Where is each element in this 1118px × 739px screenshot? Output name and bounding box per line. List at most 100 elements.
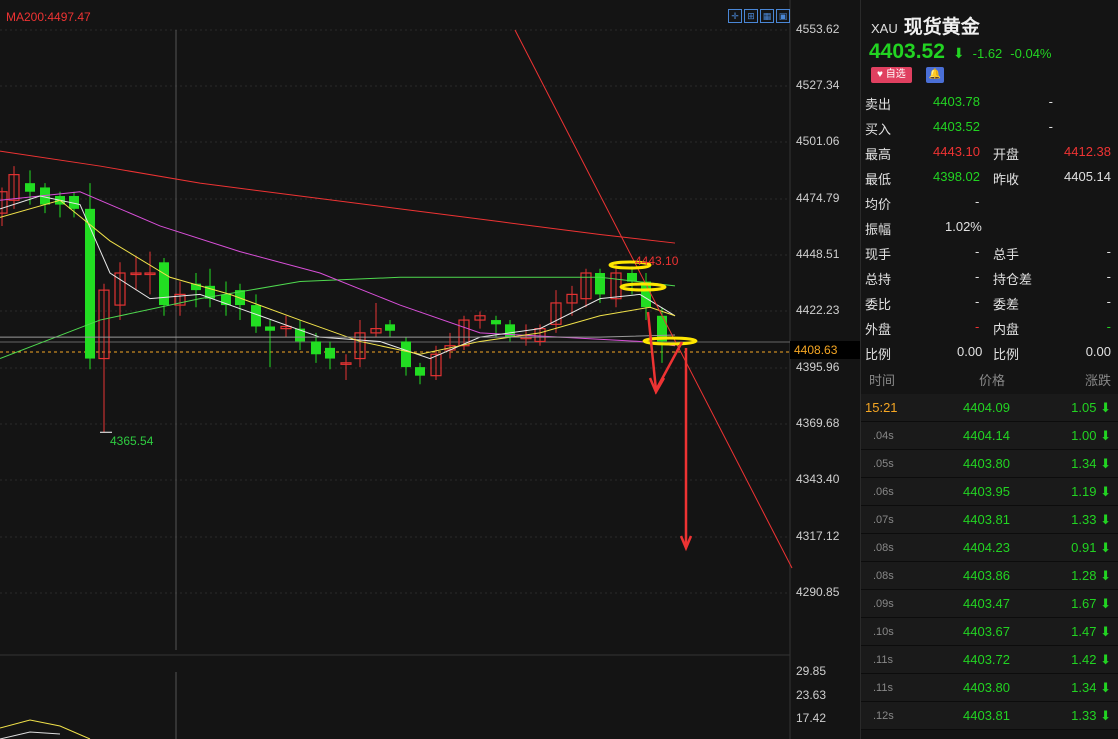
quote-row: 总持 - 持仓差 - — [861, 265, 1118, 290]
price-change: -1.62 — [972, 46, 1003, 61]
tick-header: 时间 价格 涨跌 — [861, 366, 1118, 390]
price-axis-tick: 4448.51 — [796, 247, 840, 261]
tick-time: .05s — [873, 458, 894, 470]
quote-value: - — [1048, 94, 1053, 109]
tick-row[interactable]: .10s 4403.67 1.47 ⬇ — [861, 618, 1118, 646]
quote-row: 外盘 - 内盘 - — [861, 315, 1118, 340]
quote-label: 总持 — [865, 272, 892, 287]
tick-row[interactable]: .09s 4403.47 1.67 ⬇ — [861, 590, 1118, 618]
quote-label: 委比 — [865, 297, 892, 312]
quote-value: - — [975, 294, 980, 309]
tick-time: 15:21 — [865, 400, 898, 415]
price-axis-tick: 4290.85 — [796, 585, 840, 599]
grid-icon[interactable]: ⊞ — [744, 9, 758, 23]
arrow-down-icon: ⬇ — [952, 45, 965, 61]
tick-change: 1.47 ⬇ — [1071, 624, 1111, 639]
arrow-down-icon: ⬇ — [1100, 540, 1111, 555]
quote-label: 均价 — [865, 197, 892, 212]
fullscreen-icon[interactable]: ▣ — [776, 9, 790, 23]
action-buttons: ♥ 自选 🔔 — [871, 67, 944, 83]
tick-change: 1.00 ⬇ — [1071, 428, 1111, 443]
quote-value: - — [1106, 319, 1111, 334]
quote-label: 持仓差 — [993, 272, 1033, 287]
tick-change: 1.33 ⬇ — [1071, 512, 1111, 527]
tick-price: 4404.14 — [963, 428, 1010, 443]
quote-row: 比例 0.00 比例 0.00 — [861, 340, 1118, 365]
tick-row[interactable]: 15:21 4404.09 1.05 ⬇ — [861, 394, 1118, 422]
quote-label: 总手 — [993, 247, 1020, 262]
arrow-down-icon: ⬇ — [1100, 400, 1111, 415]
tick-row[interactable]: .11s 4403.80 1.34 ⬇ — [861, 674, 1118, 702]
tick-row[interactable]: .05s 4403.80 1.34 ⬇ — [861, 450, 1118, 478]
quote-label: 现手 — [865, 247, 892, 262]
candle-body — [505, 324, 515, 338]
price-axis-tick: 4369.68 — [796, 416, 840, 430]
tick-list[interactable]: 15:21 4404.09 1.05 ⬇ .04s 4404.14 1.00 ⬇ .05s 4… — [861, 394, 1118, 730]
sub-axis-tick: 17.42 — [796, 711, 827, 725]
last-price: 4403.52 — [869, 40, 945, 63]
quote-value: 0.00 — [957, 344, 983, 359]
tick-row[interactable]: .08s 4404.23 0.91 ⬇ — [861, 534, 1118, 562]
tick-change: 1.34 ⬇ — [1071, 680, 1111, 695]
ma200-label: MA200:4497.47 — [6, 10, 91, 24]
candle-body — [491, 320, 501, 325]
tick-price: 4404.09 — [963, 400, 1010, 415]
sub-indicator-line — [0, 731, 61, 739]
tick-price: 4403.80 — [963, 456, 1010, 471]
tick-row[interactable]: .12s 4403.81 1.33 ⬇ — [861, 702, 1118, 730]
tick-price: 4403.86 — [963, 568, 1010, 583]
tick-time: .09s — [873, 598, 894, 610]
quote-value: - — [1048, 119, 1053, 134]
price-change-pct: -0.04% — [1010, 46, 1052, 61]
tick-change: 0.91 ⬇ — [1071, 540, 1111, 555]
tick-row[interactable]: .04s 4404.14 1.00 ⬇ — [861, 422, 1118, 450]
tick-time: .11s — [873, 654, 893, 666]
quote-value: 4398.02 — [933, 169, 980, 184]
price-axis-tick: 4317.12 — [796, 529, 840, 543]
quote-label: 比例 — [993, 347, 1020, 362]
price-axis-tick: 4501.06 — [796, 134, 840, 148]
quote-panel: XAU 现货黄金 4403.52 ⬇ -1.62 -0.04% ♥ 自选 🔔 卖… — [860, 0, 1118, 739]
quote-label: 买入 — [865, 122, 892, 137]
candle-body — [265, 326, 275, 331]
tick-row[interactable]: .06s 4403.95 1.19 ⬇ — [861, 478, 1118, 506]
quote-grid: 卖出 4403.78 - 买入 4403.52 - 最高 4443.10 开盘 4412.38 最低… — [861, 90, 1118, 365]
crosshair-icon[interactable]: ✛ — [728, 9, 742, 23]
quote-row: 现手 - 总手 - — [861, 240, 1118, 265]
arrowhead-annotation — [648, 377, 666, 395]
candle-body — [595, 273, 605, 295]
tick-price: 4404.23 — [963, 540, 1010, 555]
quote-value: 4443.10 — [933, 144, 980, 159]
tick-change: 1.42 ⬇ — [1071, 652, 1111, 667]
ma-magenta-line — [0, 191, 676, 347]
quote-value: 0.00 — [1085, 344, 1111, 359]
arrow-down-icon: ⬇ — [1100, 484, 1111, 499]
add-watchlist-button[interactable]: ♥ 自选 — [871, 67, 912, 83]
kline-chart-area[interactable]: MA200:4497.47 ✛ ⊞ ▦ ▣ 4553.62 4527.34 4501… — [0, 0, 860, 739]
candle-body — [311, 341, 321, 355]
tick-price: 4403.67 — [963, 624, 1010, 639]
tick-time: .11s — [873, 682, 893, 694]
quote-row: 振幅 1.02% — [861, 215, 1118, 240]
candle-body — [25, 183, 35, 192]
tick-row[interactable]: .07s 4403.81 1.33 ⬇ — [861, 506, 1118, 534]
price-axis-tick: 4553.62 — [796, 22, 840, 36]
quote-value: 1.02% — [945, 219, 982, 234]
arrow-down-icon: ⬇ — [1100, 456, 1111, 471]
arrow-down-icon: ⬇ — [1100, 624, 1111, 639]
tick-row[interactable]: .08s 4403.86 1.28 ⬇ — [861, 562, 1118, 590]
quote-row: 买入 4403.52 - — [861, 115, 1118, 140]
quote-label: 最高 — [865, 147, 892, 162]
sub-axis-tick: 29.85 — [796, 664, 827, 678]
chart-settings-icon[interactable]: ▦ — [760, 9, 774, 23]
price-axis-tick: 4474.79 — [796, 191, 840, 205]
price-row: 4403.52 ⬇ -1.62 -0.04% — [869, 40, 1052, 64]
quote-value: - — [1106, 294, 1111, 309]
bell-icon[interactable]: 🔔 — [925, 67, 944, 83]
tick-change: 1.67 ⬇ — [1071, 596, 1111, 611]
kline-chart[interactable] — [0, 0, 860, 739]
quote-value: 4403.78 — [933, 94, 980, 109]
instrument-code: XAU — [871, 21, 898, 36]
tick-change: 1.34 ⬇ — [1071, 456, 1111, 471]
tick-row[interactable]: .11s 4403.72 1.42 ⬇ — [861, 646, 1118, 674]
